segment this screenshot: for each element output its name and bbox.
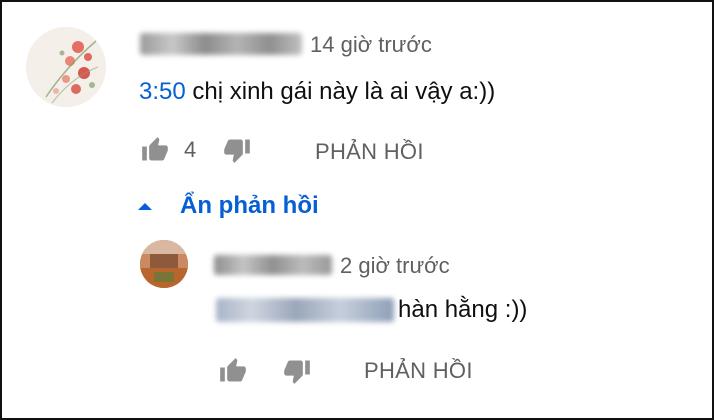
thumbs-down-icon xyxy=(284,360,310,384)
reply-avatar-image xyxy=(140,240,188,288)
comment-text: 3:50 chị xinh gái này là ai vậy a:)) xyxy=(139,78,495,106)
comment-thread: 14 giờ trước 3:50 chị xinh gái này là ai… xyxy=(0,0,714,420)
like-button[interactable] xyxy=(140,136,170,164)
hide-replies-label: Ẩn phản hồi xyxy=(180,192,319,219)
reply-button[interactable]: PHẢN HỒI xyxy=(315,139,424,165)
comment-actions: 4 xyxy=(140,136,252,164)
commenter-avatar[interactable] xyxy=(26,27,106,107)
reply-like-button[interactable] xyxy=(218,357,248,385)
comment-time[interactable]: 14 giờ trước xyxy=(310,32,432,58)
timestamp-link[interactable]: 3:50 xyxy=(139,78,186,105)
commenter-name-redacted[interactable] xyxy=(140,33,302,55)
reply-reply-button[interactable]: PHẢN HỒI xyxy=(364,358,473,384)
hide-replies-toggle[interactable]: Ẩn phản hồi xyxy=(136,192,319,220)
comment-body: chị xinh gái này là ai vậy a:)) xyxy=(192,78,496,105)
thumbs-up-icon xyxy=(142,137,168,161)
floral-avatar-image xyxy=(26,27,106,107)
dislike-button[interactable] xyxy=(222,136,252,164)
reply-avatar[interactable] xyxy=(140,240,188,288)
mentioned-user-redacted[interactable] xyxy=(216,298,394,322)
thumbs-down-icon xyxy=(224,139,251,163)
like-count: 4 xyxy=(184,137,197,162)
reply-author-name-redacted[interactable] xyxy=(214,255,332,275)
reply-actions xyxy=(218,357,312,385)
reply-dislike-button[interactable] xyxy=(282,357,312,385)
thumbs-up-icon xyxy=(220,358,246,382)
caret-up-icon xyxy=(138,203,152,210)
reply-body: hàn hằng :)) xyxy=(398,296,528,323)
reply-time[interactable]: 2 giờ trước xyxy=(340,253,450,279)
